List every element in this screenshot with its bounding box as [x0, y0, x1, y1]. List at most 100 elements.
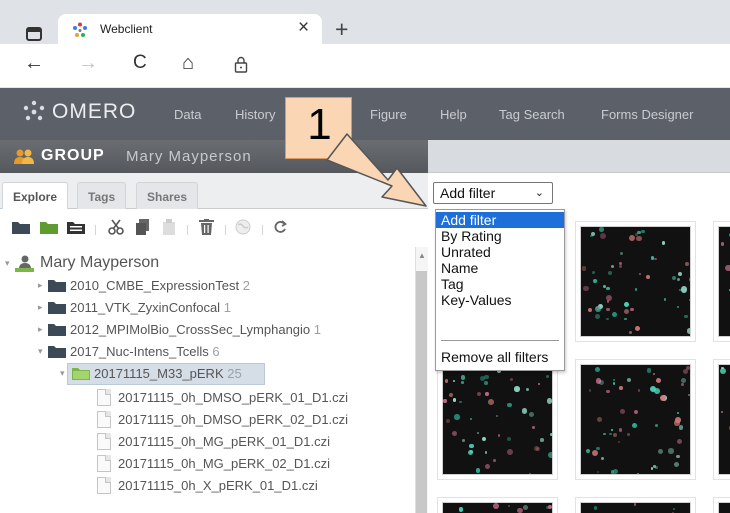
expand-toggle-icon[interactable]: ▸ — [38, 324, 43, 335]
back-arrow-icon[interactable]: ← — [24, 53, 44, 73]
cell-dot — [506, 437, 512, 442]
filter-option-by-rating[interactable]: By Rating — [436, 228, 564, 244]
tree-image-file[interactable]: 20171115_0h_X_pERK_01_D1.czi — [0, 475, 400, 497]
image-thumbnail[interactable] — [580, 226, 691, 337]
image-thumbnail[interactable] — [718, 226, 730, 337]
new-dataset-icon[interactable] — [40, 221, 58, 234]
tree-image-file[interactable]: 20171115_0h_DMSO_pERK_01_D1.czi — [0, 387, 400, 409]
annotation-step-number: 1 — [307, 100, 332, 149]
filter-option-remove-all[interactable]: Remove all filters — [436, 349, 564, 365]
cell-dot — [633, 503, 637, 506]
home-icon[interactable]: ⌂ — [182, 53, 194, 73]
tree-project[interactable]: ▸ 2012_MPIMolBio_CrossSec_Lymphangio 1 — [0, 319, 400, 341]
cell-dot — [651, 467, 654, 470]
menu-history[interactable]: History — [235, 107, 275, 122]
forward-arrow-icon[interactable]: → — [78, 53, 98, 73]
filter-dropdown-list[interactable]: Add filter By Rating Unrated Name Tag Ke… — [435, 209, 565, 371]
share-globe-icon[interactable] — [235, 219, 251, 235]
cell-dot — [720, 242, 725, 247]
filter-option-key-values[interactable]: Key-Values — [436, 292, 564, 308]
project-count: 1 — [313, 322, 322, 337]
menu-tag-search[interactable]: Tag Search — [499, 107, 565, 122]
menu-help[interactable]: Help — [440, 107, 467, 122]
tab-close-icon[interactable]: × — [298, 17, 309, 39]
cell-dot — [663, 298, 667, 301]
omero-brand[interactable]: OMERO — [52, 100, 136, 124]
menu-forms-designer[interactable]: Forms Designer — [601, 107, 693, 122]
cell-dot — [601, 456, 605, 460]
collapse-toggle-icon[interactable]: ▾ — [60, 368, 65, 379]
image-thumbnail[interactable] — [580, 364, 691, 475]
filter-option-tag[interactable]: Tag — [436, 276, 564, 292]
image-thumbnail[interactable] — [442, 364, 553, 475]
cell-dot — [528, 473, 532, 474]
new-tab-button[interactable]: + — [335, 18, 348, 41]
cell-dot — [600, 232, 607, 239]
cell-dot — [484, 381, 488, 385]
cell-dot — [484, 451, 488, 454]
cell-dot — [677, 278, 681, 282]
cell-dot — [654, 424, 658, 428]
cell-dot — [658, 449, 664, 455]
omero-logo-icon[interactable] — [22, 100, 46, 124]
delete-icon[interactable] — [199, 219, 214, 235]
cell-dot — [619, 252, 624, 256]
cell-dot — [592, 271, 596, 275]
browser-tab[interactable]: Webclient × — [58, 14, 322, 44]
copy-icon[interactable] — [136, 219, 150, 235]
refresh-icon[interactable] — [273, 220, 287, 234]
tree-image-file[interactable]: 20171115_0h_MG_pERK_02_D1.czi — [0, 453, 400, 475]
cell-dot — [608, 270, 613, 275]
group-users-icon — [14, 149, 34, 164]
tree-project[interactable]: ▸ 2011_VTK_ZyxinConfocal 1 — [0, 297, 400, 319]
paste-icon[interactable] — [162, 219, 176, 235]
tree-dataset-selected[interactable]: ▾ 20171115_M33_pERK 25 — [0, 363, 400, 385]
cell-dot — [619, 265, 622, 268]
collapse-toggle-icon[interactable]: ▾ — [38, 346, 43, 357]
cell-dot — [606, 317, 609, 321]
cut-icon[interactable] — [108, 219, 124, 235]
tab-explore[interactable]: Explore — [2, 182, 69, 210]
cell-dot — [688, 393, 690, 397]
tree-scrollbar-thumb[interactable] — [416, 271, 427, 513]
filter-option-add-filter[interactable]: Add filter — [436, 212, 564, 228]
tree-root-user[interactable]: ▾ Mary Mayperson — [0, 253, 400, 275]
cell-dot — [583, 285, 589, 292]
menu-data[interactable]: Data — [174, 107, 201, 122]
new-project-icon[interactable] — [12, 221, 30, 234]
tree-image-file[interactable]: 20171115_0h_MG_pERK_01_D1.czi — [0, 431, 400, 453]
project-count: 6 — [212, 344, 220, 359]
group-bar[interactable]: GROUP Mary Mayperson — [0, 140, 428, 173]
scroll-up-arrow-icon[interactable]: ▲ — [418, 251, 426, 260]
cell-dot — [602, 284, 607, 288]
cell-dot — [627, 432, 631, 436]
expand-toggle-icon[interactable]: ▸ — [38, 280, 43, 291]
omero-favicon-icon — [73, 22, 87, 37]
filter-option-name[interactable]: Name — [436, 260, 564, 276]
cell-dot — [679, 425, 684, 430]
tab-tags[interactable]: Tags — [77, 182, 127, 209]
tab-shares[interactable]: Shares — [136, 182, 199, 209]
lock-icon[interactable] — [234, 56, 248, 73]
tree-image-file[interactable]: 20171115_0h_DMSO_pERK_02_D1.czi — [0, 409, 400, 431]
tree-project[interactable]: ▾ 2017_Nuc-Intens_Tcells 6 — [0, 341, 400, 363]
image-thumbnail[interactable] — [718, 364, 730, 475]
filter-select[interactable]: Add filter ⌄ — [433, 182, 553, 204]
tree-project[interactable]: ▸ 2010_CMBE_ExpressionTest 2 — [0, 275, 400, 297]
dropdown-divider — [441, 340, 559, 341]
image-thumbnail[interactable] — [718, 502, 730, 513]
cell-dot — [680, 286, 688, 293]
filter-option-unrated[interactable]: Unrated — [436, 244, 564, 260]
expand-toggle-icon[interactable]: ▸ — [38, 302, 43, 313]
cell-dot — [521, 408, 528, 414]
cell-dot — [677, 305, 680, 308]
image-file-icon — [97, 389, 111, 406]
image-thumbnail[interactable] — [580, 502, 691, 513]
new-screen-icon[interactable] — [67, 221, 85, 234]
reload-icon[interactable]: C — [133, 53, 147, 72]
menu-figure[interactable]: Figure — [370, 107, 407, 122]
collapse-toggle-icon[interactable]: ▾ — [5, 258, 10, 269]
image-thumbnail[interactable] — [442, 502, 553, 513]
cell-dot — [485, 463, 491, 469]
window-menu-icon[interactable] — [26, 27, 42, 41]
